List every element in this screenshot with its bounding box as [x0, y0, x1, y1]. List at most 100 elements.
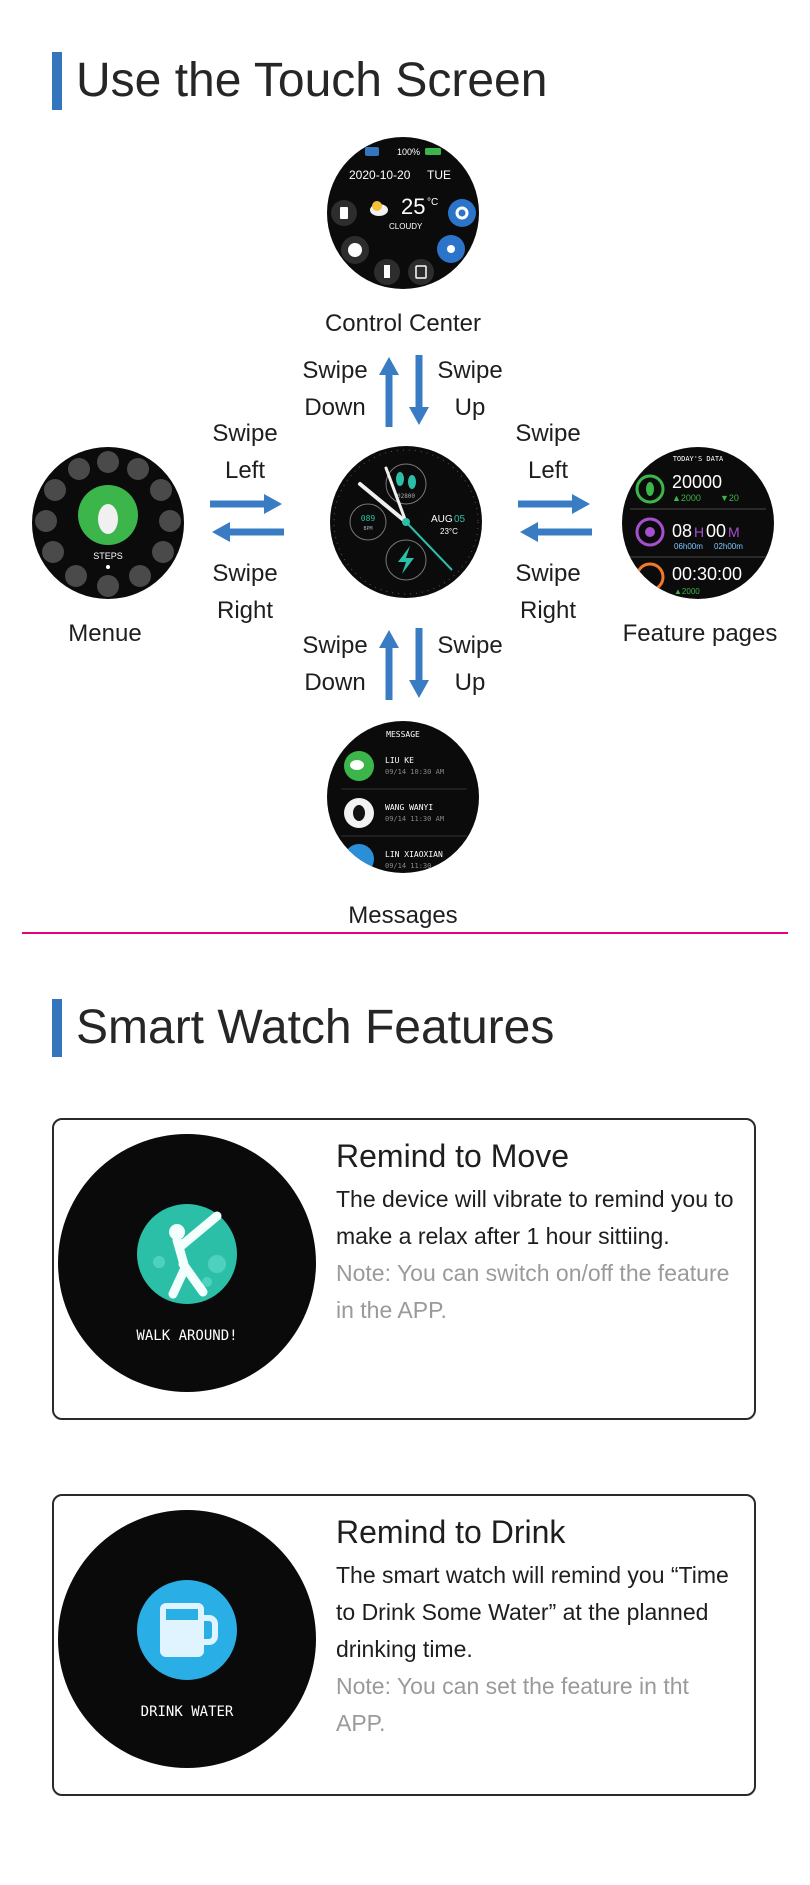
- arrow-right-icon-2: [572, 494, 590, 514]
- feature-header: TODAY'S DATA: [673, 455, 724, 463]
- walk-bubble-1: [153, 1256, 165, 1268]
- menu-caption: Menue: [68, 620, 142, 647]
- steps-ring-foot-icon: [646, 482, 654, 496]
- move-watch: WALK AROUND!: [58, 1134, 316, 1392]
- wechat-bubble-glyph: [350, 760, 364, 770]
- drink-card-description: The smart watch will remind you “Time to…: [336, 1562, 729, 1662]
- swirl-app-icon: [159, 510, 181, 532]
- control-day: TUE: [427, 168, 451, 182]
- main-day-num: 05: [454, 514, 466, 525]
- swipe-up-top-label: Swipe Up: [437, 357, 503, 421]
- drink-watch: DRINK WATER: [58, 1510, 316, 1768]
- title-accent-bar-2: [52, 999, 62, 1057]
- touch-section-title: Use the Touch Screen: [52, 52, 547, 110]
- swipe-left-label-right: Swipe Left: [515, 420, 581, 484]
- move-card-description: The device will vibrate to remind you to…: [336, 1186, 734, 1249]
- arrow-right-icon: [264, 494, 282, 514]
- message-name-2: WANG WANYI: [385, 803, 433, 812]
- message-app-icon-3: [344, 844, 374, 873]
- drink-card-note: Note: You can set the feature in tht APP…: [336, 1673, 689, 1736]
- title-accent-bar: [52, 52, 62, 110]
- section-heading-2: Smart Watch Features: [76, 1001, 555, 1054]
- footprint-app-icon: [97, 575, 119, 597]
- main-steps: 02800: [397, 493, 415, 500]
- settings-icon: [448, 199, 476, 227]
- messages-watch: MESSAGE LIU KE 09/14 10:30 AM WANG WANYI…: [327, 721, 479, 873]
- control-center-caption: Control Center: [324, 310, 482, 337]
- cup-water: [166, 1620, 198, 1651]
- main-watch-screen: 02800 089 BPM AUG 05 23°C: [333, 449, 479, 595]
- drink-card-body: Remind to Drink The smart watch will rem…: [336, 1514, 736, 1742]
- main-date: AUG: [431, 514, 453, 525]
- main-bpm-label: BPM: [363, 526, 372, 532]
- steps-footprint-icon: [396, 472, 404, 486]
- sun-brightness-glyph: [447, 245, 455, 253]
- feature-sleep-a: 06h00m: [674, 542, 703, 551]
- sleep-app-icon: [65, 565, 87, 587]
- messages-screen: MESSAGE LIU KE 09/14 10:30 AM WANG WANYI…: [341, 730, 467, 873]
- swipe-right-label-right: Swipe Right: [515, 560, 581, 624]
- drink-water-icon: [137, 1580, 237, 1680]
- main-temp: 23°C: [440, 527, 458, 536]
- moon-icon: [645, 527, 655, 537]
- control-center-screen: 100% 2020-10-20 TUE 25 °C CLOUDY: [331, 147, 476, 285]
- control-center-watch: 100% 2020-10-20 TUE 25 °C CLOUDY: [327, 137, 479, 289]
- feature-card-drink: DRINK WATER Remind to Drink The smart wa…: [52, 1494, 756, 1796]
- feature-pages-caption: Feature pages: [622, 620, 778, 647]
- section-divider: [22, 932, 788, 934]
- radio-app-icon: [68, 458, 90, 480]
- message-time-2: 09/14 11:30 AM: [385, 815, 444, 823]
- footprint-icon: [98, 504, 118, 534]
- arrow-left-icon-2: [520, 522, 538, 542]
- feature-steps: 20000: [672, 472, 722, 492]
- menu-screen: STEPS: [35, 451, 181, 597]
- message-time-1: 09/14 10:30 AM: [385, 768, 444, 776]
- swipe-down-bottom-label: Swipe Down: [302, 632, 368, 696]
- feature-pages-watch: TODAY'S DATA 20000 ▲2000 ▼20 08 H 00 M 0…: [622, 447, 774, 599]
- walk-icon-background: [137, 1204, 237, 1304]
- feature-sleep-m-unit: M: [728, 524, 740, 540]
- timer-ring: [635, 562, 665, 592]
- battery-percent: 100%: [397, 147, 420, 157]
- menu-watch: STEPS: [32, 447, 184, 599]
- cloud-app-icon: [97, 451, 119, 473]
- lightning-icon: [398, 546, 414, 574]
- hand-pivot: [402, 518, 410, 526]
- message-name-1: LIU KE: [385, 756, 414, 765]
- arrow-up-icon: [379, 357, 399, 375]
- messages-caption: Messages: [348, 902, 458, 929]
- feature-sleep-m: 00: [706, 521, 726, 541]
- feature-pages-screen: TODAY'S DATA 20000 ▲2000 ▼20 08 H 00 M 0…: [630, 455, 766, 596]
- control-temp: 25: [401, 194, 425, 219]
- message-name-3: LIN XIAOXIAN: [385, 850, 443, 859]
- steps-footprint-icon-2: [408, 475, 416, 489]
- camera-app-icon: [127, 458, 149, 480]
- feature-timer-sub: ▲2000: [674, 587, 700, 596]
- feature-steps-up: ▲2000: [672, 493, 701, 503]
- swipe-left-label-left: Swipe Left: [212, 420, 278, 484]
- feature-sleep-b: 02h00m: [714, 542, 743, 551]
- message-time-3: 09/14 11:30: [385, 862, 431, 870]
- drink-card-title: Remind to Drink: [336, 1514, 566, 1550]
- feature-card-move: WALK AROUND! Remind to Move The device w…: [52, 1118, 756, 1420]
- horizontal-arrows-right: [518, 494, 592, 542]
- main-bpm: 089: [361, 514, 376, 523]
- swipe-right-label-left: Swipe Right: [212, 560, 278, 624]
- weather-label: CLOUDY: [389, 222, 423, 231]
- film-reel-icon: [348, 243, 362, 257]
- drink-watch-text: DRINK WATER: [140, 1704, 234, 1720]
- battery-saver-glyph: [340, 207, 348, 219]
- move-card-note: Note: You can switch on/off the feature …: [336, 1260, 730, 1323]
- qq-penguin-glyph: [353, 805, 365, 821]
- bluetooth-icon: [365, 147, 379, 156]
- page-dot: [106, 565, 110, 569]
- swipe-up-bottom-label: Swipe Up: [437, 632, 503, 696]
- settings-app-icon: [152, 541, 174, 563]
- message-header: MESSAGE: [386, 730, 420, 739]
- control-date: 2020-10-20: [349, 168, 411, 182]
- battery-icon: [425, 148, 441, 155]
- section-heading: Use the Touch Screen: [76, 54, 548, 107]
- main-watch-face: 02800 089 BPM AUG 05 23°C: [330, 446, 482, 598]
- swipe-down-top-label: Swipe Down: [302, 357, 368, 421]
- flashlight-glyph: [384, 265, 390, 278]
